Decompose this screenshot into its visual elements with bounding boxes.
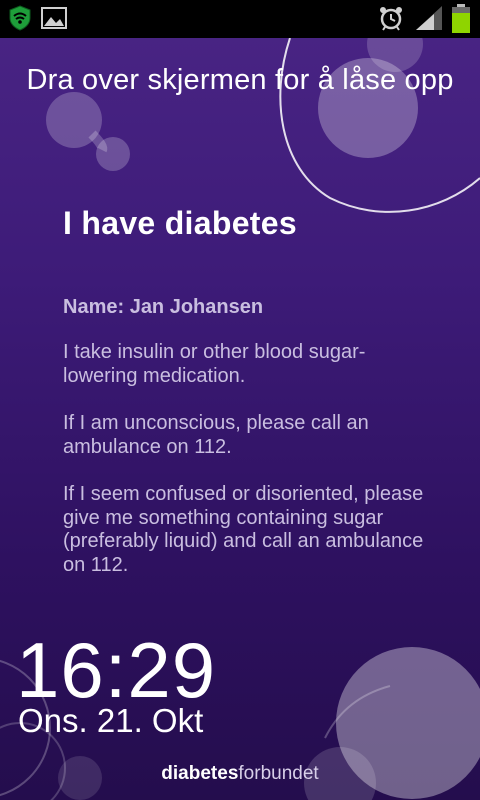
battery-icon — [450, 4, 472, 39]
status-bar — [0, 0, 480, 38]
brand-logo-light: forbundet — [238, 763, 319, 784]
image-icon — [40, 4, 68, 37]
medical-info-card: I have diabetes Name: Jan Johansen I tak… — [63, 205, 433, 601]
confused-instruction: If I seem confused or disoriented, pleas… — [63, 483, 424, 576]
unconscious-instruction: If I am unconscious, please call an ambu… — [63, 412, 369, 458]
brand-logo: diabetesforbundet — [0, 763, 480, 785]
alarm-clock-icon — [377, 4, 405, 37]
signal-strength-icon — [414, 4, 444, 37]
clock-time: 16:29 — [16, 626, 217, 714]
medication-info: I take insulin or other blood sugar-lowe… — [63, 341, 366, 387]
brand-logo-bold: diabetes — [161, 763, 239, 784]
clock-date: Ons. 21. Okt — [18, 702, 204, 739]
card-title: I have diabetes — [63, 205, 297, 241]
lock-screen[interactable]: Dra over skjermen for å låse opp I have … — [0, 0, 480, 800]
shield-wifi-icon — [6, 4, 34, 37]
unlock-hint: Dra over skjermen for å låse opp — [26, 64, 454, 96]
patient-name: Name: Jan Johansen — [63, 296, 264, 318]
